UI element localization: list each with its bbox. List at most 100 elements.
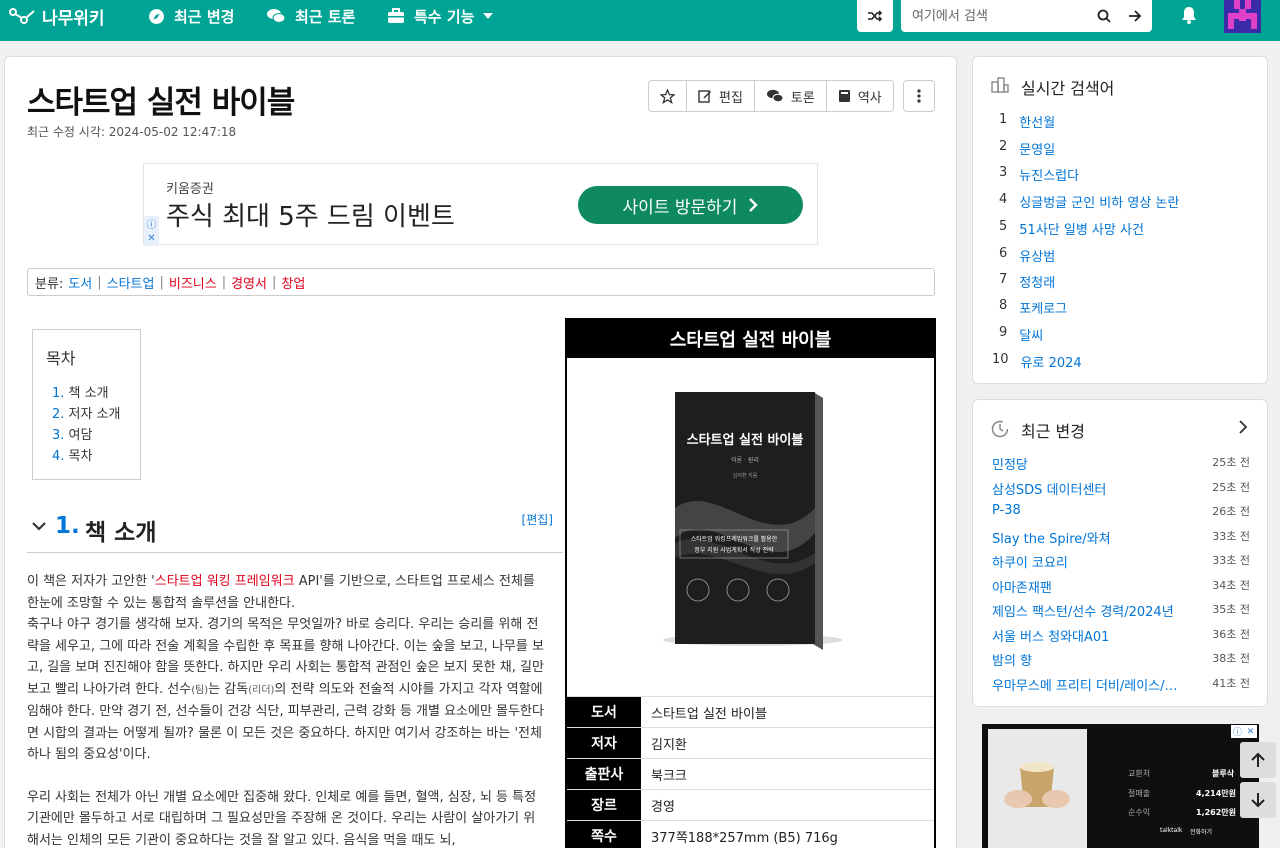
search-input[interactable] (901, 1, 1090, 31)
infobox-row: 쪽수 377쪽188*257mm (B5) 716g (567, 821, 934, 848)
table-of-contents: 목차 1. 책 소개 2. 저자 소개 3. 여담 4. 목차 (32, 329, 141, 480)
banner-ad[interactable]: 키움증권 주식 최대 5주 드림 이벤트 사이트 방문하기 ⓘ ✕ (143, 163, 818, 246)
recent-change-item[interactable]: 삼성SDS 데이터센터 25초 전 (992, 479, 1250, 498)
logo-icon (9, 8, 35, 24)
trending-item[interactable]: 5 51사단 일병 사망 사건 (999, 219, 1144, 238)
nav-recent-discuss[interactable]: 최근 토론 (266, 4, 355, 28)
star-button[interactable] (649, 81, 687, 111)
star-icon (660, 88, 675, 104)
trending-item[interactable]: 7 정청래 (999, 272, 1055, 291)
chevron-right-icon (749, 198, 759, 212)
category-label: 분류: (35, 276, 64, 292)
notification-bell-icon[interactable] (1181, 6, 1197, 28)
category-link[interactable]: 창업 (281, 273, 305, 292)
trending-item[interactable]: 9 달씨 (999, 325, 1043, 344)
trending-item[interactable]: 4 싱글벙글 군인 비하 영상 논란 (999, 192, 1179, 211)
nav-special-label: 특수 기능 (414, 7, 475, 26)
edit-button[interactable]: 편집 (687, 81, 755, 111)
shuffle-icon (868, 10, 882, 22)
edit-label: 편집 (719, 90, 743, 106)
category-link[interactable]: 스타트업 (107, 273, 155, 292)
trending-item[interactable]: 6 유상범 (999, 246, 1055, 265)
category-link[interactable]: 비즈니스 (169, 273, 217, 292)
recent-change-item[interactable]: Slay the Spire/와쳐 33초 전 (992, 528, 1250, 547)
random-page-button[interactable] (857, 0, 893, 32)
body-link[interactable]: 스타트업 워킹 프레임워크 (155, 574, 295, 589)
logo-text: 나무위키 (42, 8, 105, 29)
infobox-row: 도서 스타트업 실전 바이블 (567, 697, 934, 728)
article-card: 스타트업 실전 바이블 최근 수정 시각: 2024-05-02 12:47:1… (4, 56, 957, 848)
infobox: 스타트업 실전 바이블 스타트업 실전 바이블 이론 · 원리 김지환 지음 스… (565, 318, 936, 848)
compass-icon (149, 8, 164, 24)
scroll-bottom-button[interactable] (1240, 782, 1276, 818)
infobox-row: 저자 김지환 (567, 728, 934, 759)
user-avatar[interactable] (1224, 0, 1261, 33)
book-cover-image: 스타트업 실전 바이블 이론 · 원리 김지환 지음 스타트업 워킹프레임워크를… (567, 358, 934, 697)
history-button[interactable]: 역사 (827, 81, 893, 111)
recent-change-item[interactable]: 제임스 팩스턴/선수 경력/2024년 35초 전 (992, 601, 1250, 620)
page-title: 스타트업 실전 바이블 (27, 85, 295, 121)
svg-text:정부 지원 사업계획서 작성 전략: 정부 지원 사업계획서 작성 전략 (694, 546, 774, 554)
ad-advertiser: 키움증권 (166, 182, 214, 197)
ad-close-icon[interactable]: ✕ (144, 231, 159, 246)
toc-item[interactable]: 1. 책 소개 (46, 383, 140, 404)
arrow-up-icon (1251, 752, 1265, 767)
ad-headline: 주식 최대 5주 드림 이벤트 (166, 202, 455, 232)
nav-recent-changes[interactable]: 최근 변경 (148, 4, 234, 28)
ad-label: 절매출 (1128, 789, 1151, 798)
comments-icon (267, 9, 286, 23)
nav-recent-discuss-label: 최근 토론 (295, 7, 356, 26)
search-icon[interactable] (1090, 9, 1118, 23)
trending-item[interactable]: 8 포케로그 (999, 298, 1067, 317)
recent-change-item[interactable]: 하쿠이 코요리 33초 전 (992, 552, 1250, 571)
toc-item[interactable]: 4. 목차 (46, 446, 140, 467)
edit-icon (698, 90, 711, 103)
ad-info-icon[interactable]: ⓘ (1231, 725, 1244, 738)
discuss-button[interactable]: 토론 (755, 81, 827, 111)
recent-change-item[interactable]: 우마무스메 프리티 더비/레이스/… 41초 전 (992, 675, 1250, 694)
chevron-right-icon[interactable] (1239, 420, 1248, 438)
go-arrow-icon[interactable] (1118, 10, 1152, 22)
trending-item[interactable]: 2 문영일 (999, 139, 1055, 158)
last-modified: 최근 수정 시각: 2024-05-02 12:47:18 (27, 125, 237, 139)
ad-info-icon[interactable]: ⓘ (144, 216, 159, 231)
history-label: 역사 (857, 90, 882, 106)
sidebar-ad[interactable]: 교환처 블루삭 절매출 4,214만원 순수익 1,262만원 talktalk… (982, 724, 1259, 848)
article-body: 이 책은 저자가 고안한 '스타트업 워킹 프레임워크 API'를 기반으로, … (27, 571, 547, 848)
section-edit-link[interactable]: [편집] (522, 511, 553, 528)
trending-item[interactable]: 3 뉴진스럽다 (999, 165, 1079, 184)
infobox-row: 장르 경영 (567, 790, 934, 821)
ad-product-image (988, 729, 1087, 848)
trending-item[interactable]: 1 한선월 (999, 112, 1055, 131)
recent-change-item[interactable]: 밤의 향 38초 전 (992, 650, 1250, 669)
collapse-chevron-icon[interactable] (31, 519, 47, 535)
caret-down-icon (483, 13, 494, 19)
site-logo[interactable]: 나무위키 (8, 5, 105, 29)
trending-item[interactable]: 10 유로 2024 (992, 352, 1082, 371)
nav-special-dropdown[interactable]: 특수 기능 (387, 4, 494, 28)
recent-changes-card: 최근 변경 민정당 25초 전 삼성SDS 데이터센터 25초 전 P-38 26초 … (972, 399, 1268, 707)
scroll-top-button[interactable] (1240, 742, 1276, 778)
more-options-button[interactable] (903, 80, 935, 112)
infobox-title: 스타트업 실전 바이블 (567, 320, 934, 358)
category-link[interactable]: 경영서 (231, 273, 267, 292)
ad-value: 1,262만원 (1196, 808, 1237, 817)
toc-title: 목차 (46, 349, 76, 368)
ad-value: 4,214만원 (1196, 789, 1237, 798)
ad-close-icon[interactable]: ✕ (1244, 725, 1257, 738)
kebab-menu-icon (917, 89, 921, 103)
ad-brand: talktalk (1160, 827, 1183, 834)
recent-change-item[interactable]: P-38 26초 전 (992, 503, 1250, 519)
category-bar: 분류: 도서 | 스타트업 | 비즈니스 | 경영서 | 창업 (27, 268, 935, 296)
nav-recent-changes-label: 최근 변경 (174, 7, 235, 26)
category-link[interactable]: 도서 (68, 273, 92, 292)
section-number[interactable]: 1. (55, 513, 80, 539)
recent-change-item[interactable]: 민정당 25초 전 (992, 454, 1250, 473)
recent-change-item[interactable]: 서울 버스 청와대A01 36초 전 (992, 626, 1250, 645)
recent-change-item[interactable]: 아마존재팬 34초 전 (992, 577, 1250, 596)
toc-item[interactable]: 3. 여담 (46, 425, 140, 446)
toc-item[interactable]: 2. 저자 소개 (46, 404, 140, 425)
top-navbar: 나무위키 최근 변경 최근 토론 특수 기능 (0, 0, 1280, 41)
paragraph: 이 책은 저자가 고안한 '스타트업 워킹 프레임워크 API'를 기반으로, … (27, 574, 544, 762)
ad-cta-button[interactable]: 사이트 방문하기 (578, 186, 803, 224)
